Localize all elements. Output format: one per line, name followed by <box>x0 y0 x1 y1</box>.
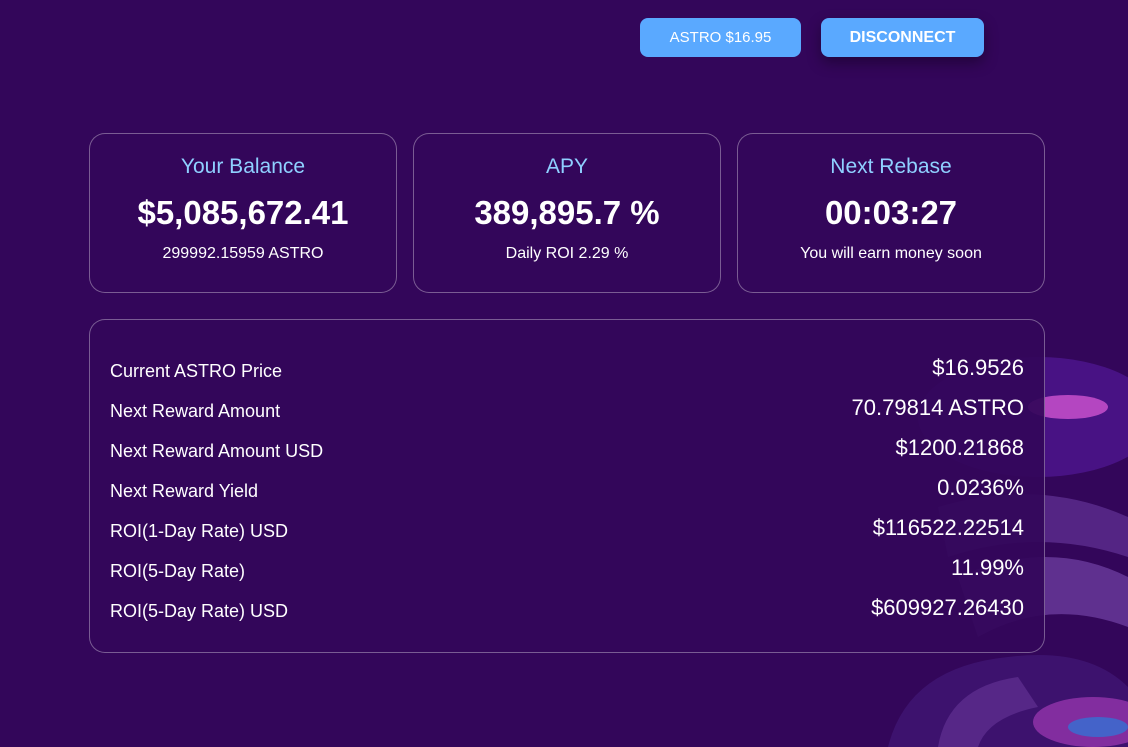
next-rebase-message: You will earn money soon <box>800 245 982 262</box>
detail-label: ROI(5-Day Rate) USD <box>110 600 289 621</box>
detail-label: Next Reward Yield <box>110 480 259 501</box>
balance-astro-amount: 299992.15959 ASTRO <box>162 245 324 262</box>
detail-row: Next Reward Amount USD $1200.21868 <box>110 428 1024 468</box>
next-rebase-card: Next Rebase 00:03:27 You will earn money… <box>737 133 1045 293</box>
detail-row: Next Reward Yield 0.0236% <box>110 468 1024 508</box>
apy-title: APY <box>545 155 589 178</box>
astro-price-button[interactable]: ASTRO $16.95 <box>640 18 801 57</box>
detail-value: $609927.26430 <box>871 595 1024 620</box>
balance-title: Your Balance <box>180 155 306 178</box>
detail-label: Current ASTRO Price <box>110 360 283 381</box>
detail-row: ROI(5-Day Rate) 11.99% <box>110 548 1024 588</box>
detail-row: Next Reward Amount 70.79814 ASTRO <box>110 388 1024 428</box>
reward-details-panel: Current ASTRO Price $16.9526 Next Reward… <box>89 319 1045 653</box>
detail-row: ROI(5-Day Rate) USD $609927.26430 <box>110 588 1024 628</box>
daily-roi: Daily ROI 2.29 % <box>505 245 629 262</box>
next-rebase-title: Next Rebase <box>830 155 952 178</box>
dashboard-page: ASTRO $16.95 DISCONNECT Your Balance $5,… <box>0 0 1128 747</box>
detail-row: ROI(1-Day Rate) USD $116522.22514 <box>110 508 1024 548</box>
balance-card: Your Balance $5,085,672.41 299992.15959 … <box>89 133 397 293</box>
detail-label: ROI(1-Day Rate) USD <box>110 520 289 541</box>
detail-label: Next Reward Amount USD <box>110 440 324 461</box>
detail-value: 70.79814 ASTRO <box>851 395 1024 420</box>
detail-value: 0.0236% <box>937 475 1024 500</box>
top-bar: ASTRO $16.95 DISCONNECT <box>640 18 984 57</box>
detail-label: Next Reward Amount <box>110 400 281 421</box>
detail-value: $16.9526 <box>932 355 1024 380</box>
next-rebase-countdown: 00:03:27 <box>824 194 958 231</box>
apy-value: 389,895.7 % <box>474 194 660 231</box>
disconnect-button[interactable]: DISCONNECT <box>821 18 984 57</box>
balance-value: $5,085,672.41 <box>137 194 349 231</box>
stats-cards: Your Balance $5,085,672.41 299992.15959 … <box>89 133 1045 293</box>
detail-value: 11.99% <box>951 555 1024 580</box>
detail-label: ROI(5-Day Rate) <box>110 560 246 581</box>
apy-card: APY 389,895.7 % Daily ROI 2.29 % <box>413 133 721 293</box>
detail-value: $1200.21868 <box>895 435 1024 460</box>
detail-value: $116522.22514 <box>872 515 1024 540</box>
detail-row: Current ASTRO Price $16.9526 <box>110 348 1024 388</box>
